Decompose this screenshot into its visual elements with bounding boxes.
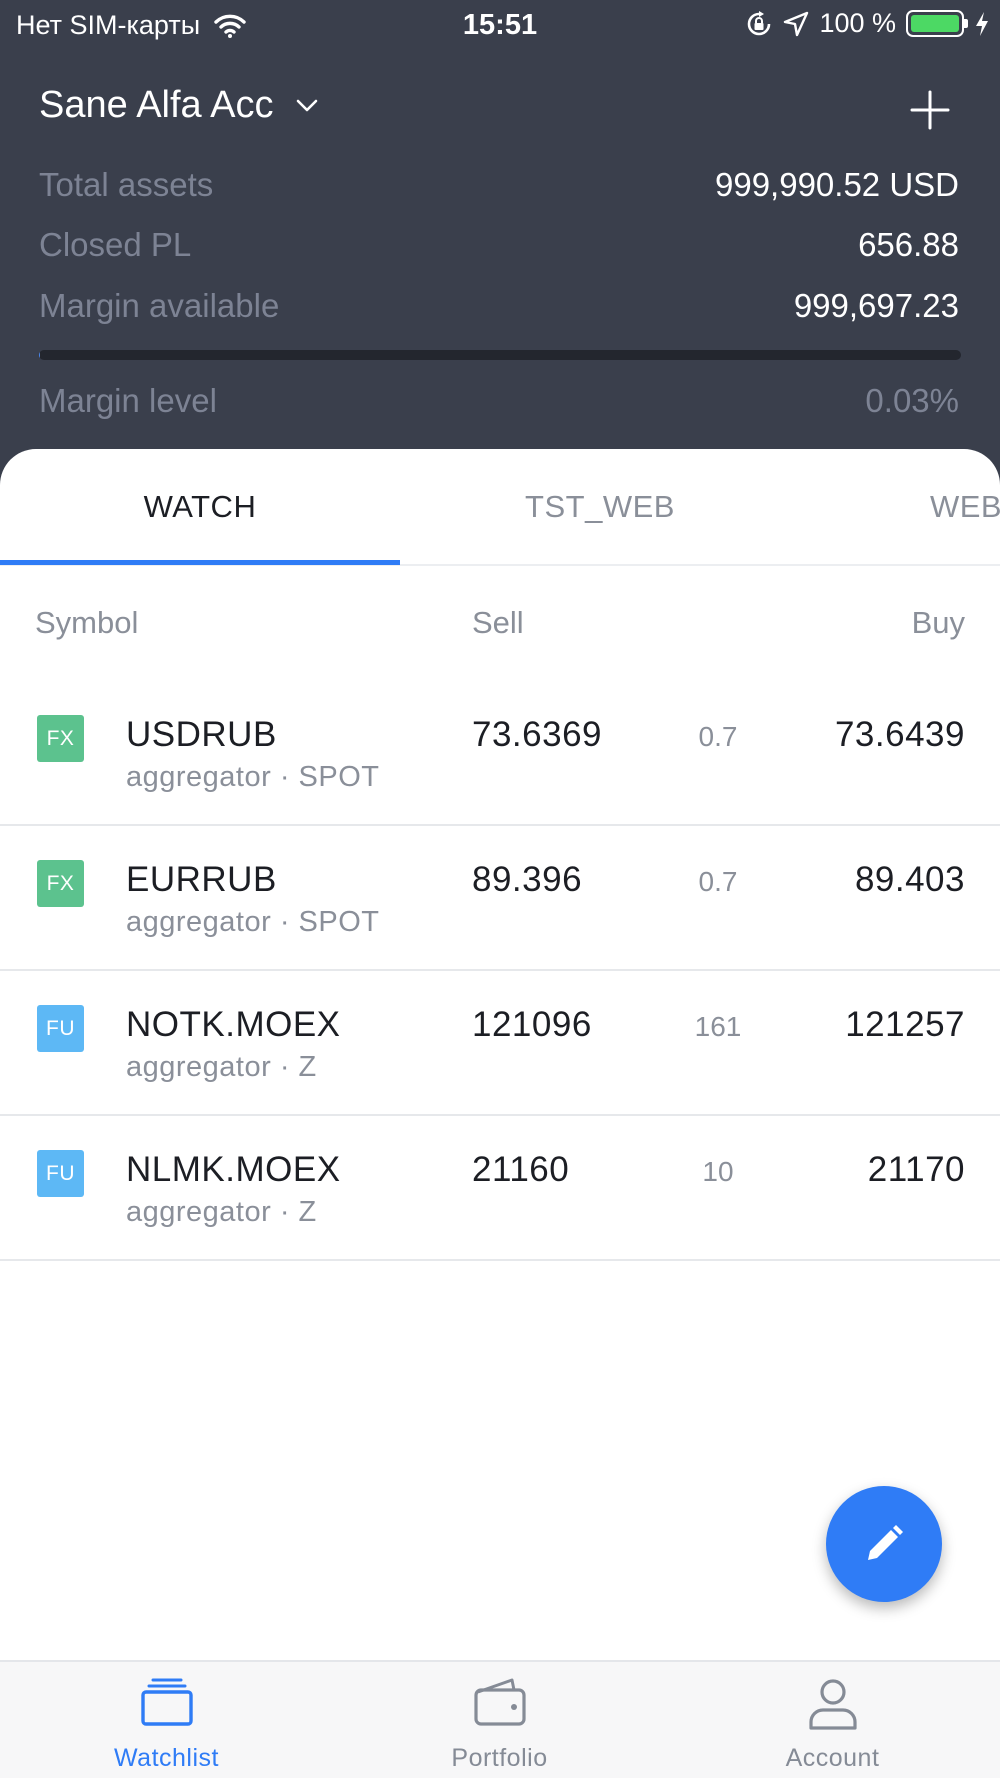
row-symbol: NOTK.MOEX [126,1005,341,1044]
row-sell-price[interactable]: 73.6369 [472,715,602,755]
bottom-navigation: Watchlist Portfolio Account [0,1660,1000,1778]
stat-margin-level: Margin level 0.03% [39,382,959,420]
row-subtitle: aggregator · Z [126,1196,317,1228]
pencil-icon [868,1525,903,1560]
wallet-icon [473,1678,526,1726]
nav-account[interactable]: Account [666,1662,999,1778]
nav-label: Portfolio [451,1744,548,1772]
battery-percent: 100 % [819,8,896,38]
row-sell-price[interactable]: 89.396 [472,860,582,900]
tab-watch[interactable]: WATCH [0,489,400,525]
column-header-sell: Sell [472,605,524,640]
person-icon [808,1679,857,1730]
row-spread: 0.7 [698,721,738,752]
nav-watchlist[interactable]: Watchlist [0,1662,333,1778]
fu-badge: FU [37,1150,84,1197]
stat-value: 999,990.52 USD [714,166,959,203]
stat-label: Margin level [39,382,217,419]
table-row[interactable]: FU NLMK.MOEX aggregator · Z 21160 10 211… [0,1116,1000,1261]
tab-web[interactable]: WEB [766,489,1000,525]
stat-value: 999,697.23 [793,287,959,324]
status-bar: Нет SIM-карты 15:51 100 % [0,0,1000,52]
row-spread: 10 [702,1156,734,1187]
row-symbol: USDRUB [126,715,277,754]
active-tab-indicator [0,560,400,565]
fx-badge: FX [37,715,84,762]
row-buy-price[interactable]: 73.6439 [835,715,965,755]
stat-value: 0.03% [865,382,959,419]
stat-label: Closed PL [39,226,192,263]
column-header-symbol: Symbol [35,605,139,640]
row-buy-price[interactable]: 89.403 [855,860,965,900]
table-row[interactable]: FU NOTK.MOEX aggregator · Z 121096 161 1… [0,971,1000,1116]
tab-tst-web[interactable]: TST_WEB [400,489,800,525]
stat-closed-pl: Closed PL 656.88 [39,226,959,264]
watchlist-icon [140,1678,193,1726]
fx-badge: FX [37,860,84,907]
row-buy-price[interactable]: 21170 [868,1150,965,1190]
stat-total-assets: Total assets 999,990.52 USD [39,166,959,204]
battery-icon [906,10,968,37]
rotation-lock-icon [748,10,771,35]
row-symbol: EURRUB [126,860,277,899]
table-row[interactable]: FX EURRUB aggregator · SPOT 89.396 0.7 8… [0,826,1000,971]
account-name: Sane Alfa Acc [39,84,274,126]
chevron-down-icon [296,99,317,111]
row-buy-price[interactable]: 121257 [845,1005,965,1045]
row-sell-price[interactable]: 121096 [472,1005,592,1045]
account-selector[interactable]: Sane Alfa Acc [39,84,318,127]
stat-label: Total assets [39,166,214,203]
nav-portfolio[interactable]: Portfolio [333,1662,666,1778]
plus-icon[interactable] [908,88,952,132]
margin-level-bar [39,350,961,360]
battery-fill [911,15,959,32]
fu-badge: FU [37,1005,84,1052]
watchlist-tabs: WATCH TST_WEB WEB [0,449,1000,566]
row-spread: 0.7 [698,866,738,897]
status-right-group: 100 % [745,8,990,39]
row-subtitle: aggregator · SPOT [126,906,380,938]
column-header-buy: Buy [911,605,965,640]
stat-label: Margin available [39,287,280,324]
row-symbol: NLMK.MOEX [126,1150,341,1189]
stat-margin-available: Margin available 999,697.23 [39,287,959,325]
nav-label: Account [785,1744,880,1772]
charging-bolt-icon [976,11,988,36]
row-subtitle: aggregator · SPOT [126,761,380,793]
table-row[interactable]: FX USDRUB aggregator · SPOT 73.6369 0.7 … [0,681,1000,826]
row-sell-price[interactable]: 21160 [472,1150,569,1190]
edit-watchlist-button[interactable] [826,1486,942,1602]
stat-value: 656.88 [858,226,959,263]
location-arrow-icon [784,11,809,36]
nav-label: Watchlist [114,1744,219,1772]
row-subtitle: aggregator · Z [126,1051,317,1083]
row-spread: 161 [694,1011,742,1042]
